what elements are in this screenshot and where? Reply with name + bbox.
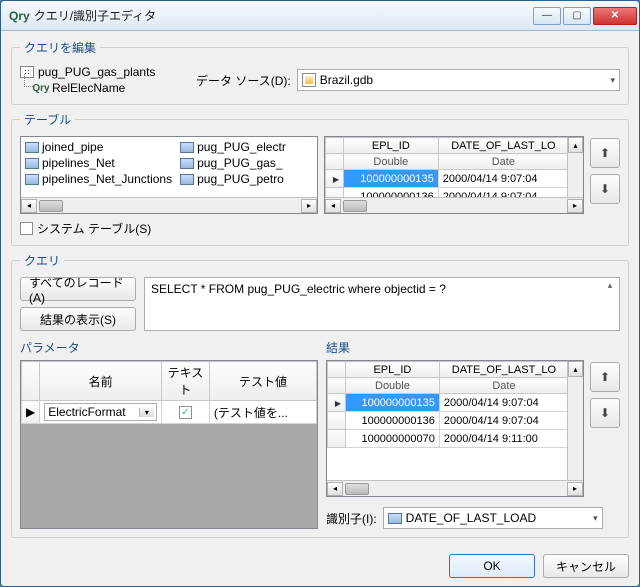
param-name-combo[interactable]: ElectricFormat bbox=[44, 403, 157, 421]
results-vscroll[interactable]: ▴ bbox=[567, 361, 583, 480]
table-item[interactable]: pug_PUG_petro bbox=[176, 171, 317, 187]
results-down-button[interactable]: ⬇ bbox=[590, 398, 620, 428]
close-button[interactable]: ✕ bbox=[593, 7, 637, 25]
datasource-combo[interactable]: Brazil.gdb bbox=[297, 69, 620, 91]
param-text-checkbox[interactable]: ✓ bbox=[179, 406, 192, 419]
query-icon: Qry bbox=[34, 82, 48, 94]
tables-hscroll[interactable]: ◂▸ bbox=[21, 197, 317, 213]
table-icon bbox=[25, 158, 39, 169]
tables-legend: テーブル bbox=[20, 111, 75, 128]
table-icon bbox=[180, 174, 194, 185]
sql-scroll-up[interactable]: ▴ bbox=[603, 280, 617, 294]
titlebar[interactable]: Qry クエリ/識別子エディタ — ▢ ✕ bbox=[1, 1, 639, 31]
move-up-button[interactable]: ⬆ bbox=[590, 138, 620, 168]
datasource-label: データ ソース(D): bbox=[196, 72, 291, 89]
title-prefix: Qry bbox=[9, 9, 30, 23]
query-group: クエリ すべてのレコード(A) 結果の表示(S) SELECT * FROM p… bbox=[11, 252, 629, 538]
results-hscroll[interactable]: ◂▸ bbox=[327, 480, 583, 496]
params-grid[interactable]: 名前テキストテスト値 ▶ ElectricFormat ✓ (テスト値を... bbox=[20, 360, 318, 529]
window-title: クエリ/識別子エディタ bbox=[34, 7, 533, 24]
identifier-label: 識別子(I): bbox=[326, 510, 377, 527]
preview-hscroll[interactable]: ◂▸ bbox=[325, 197, 583, 213]
window: Qry クエリ/識別子エディタ — ▢ ✕ クエリを編集 ∷ pug_PUG_g… bbox=[0, 0, 640, 587]
sql-text[interactable]: SELECT * FROM pug_PUG_electric where obj… bbox=[144, 277, 620, 331]
system-tables-label: システム テーブル(S) bbox=[37, 220, 151, 237]
table-item[interactable]: pipelines_Net_Junctions bbox=[21, 171, 176, 187]
tables-group: テーブル joined_pipe pipelines_Net pipelines… bbox=[11, 111, 629, 246]
table-icon bbox=[180, 142, 194, 153]
system-tables-checkbox[interactable] bbox=[20, 222, 33, 235]
query-legend: クエリ bbox=[20, 252, 64, 269]
table-icon bbox=[25, 142, 39, 153]
params-legend: パラメータ bbox=[20, 339, 318, 356]
table-item[interactable]: pug_PUG_gas_ bbox=[176, 155, 317, 171]
edit-query-legend: クエリを編集 bbox=[20, 39, 100, 56]
move-down-button[interactable]: ⬇ bbox=[590, 174, 620, 204]
query-tree[interactable]: ∷ pug_PUG_gas_plants Qry RelElecName bbox=[20, 64, 190, 96]
results-grid[interactable]: EPL_IDDATE_OF_LAST_LO DoubleDate 1000000… bbox=[326, 360, 584, 497]
show-results-button[interactable]: 結果の表示(S) bbox=[20, 307, 136, 331]
maximize-button[interactable]: ▢ bbox=[563, 7, 591, 25]
tree-child[interactable]: Qry RelElecName bbox=[34, 80, 190, 96]
dialog-footer: OK キャンセル bbox=[1, 546, 639, 586]
table-icon bbox=[25, 174, 39, 185]
table-icon bbox=[180, 158, 194, 169]
tables-listbox[interactable]: joined_pipe pipelines_Net pipelines_Net_… bbox=[20, 136, 318, 214]
tree-root[interactable]: ∷ pug_PUG_gas_plants bbox=[20, 64, 190, 80]
minimize-button[interactable]: — bbox=[533, 7, 561, 25]
table-item[interactable]: pipelines_Net bbox=[21, 155, 176, 171]
preview-grid[interactable]: EPL_IDDATE_OF_LAST_LO DoubleDate 1000000… bbox=[324, 136, 584, 214]
results-up-button[interactable]: ⬆ bbox=[590, 362, 620, 392]
preview-vscroll[interactable]: ▴ bbox=[567, 137, 583, 197]
field-icon bbox=[388, 513, 402, 524]
edit-query-group: クエリを編集 ∷ pug_PUG_gas_plants Qry RelElecN… bbox=[11, 39, 629, 105]
cancel-button[interactable]: キャンセル bbox=[543, 554, 629, 578]
table-item[interactable]: pug_PUG_electr bbox=[176, 139, 317, 155]
all-records-button[interactable]: すべてのレコード(A) bbox=[20, 277, 136, 301]
identifier-combo[interactable]: DATE_OF_LAST_LOAD bbox=[383, 507, 603, 529]
param-test-cell[interactable]: (テスト値を... bbox=[209, 401, 316, 424]
table-item[interactable]: joined_pipe bbox=[21, 139, 176, 155]
results-legend: 結果 bbox=[326, 339, 620, 356]
ok-button[interactable]: OK bbox=[449, 554, 535, 578]
gdb-icon bbox=[302, 73, 316, 87]
